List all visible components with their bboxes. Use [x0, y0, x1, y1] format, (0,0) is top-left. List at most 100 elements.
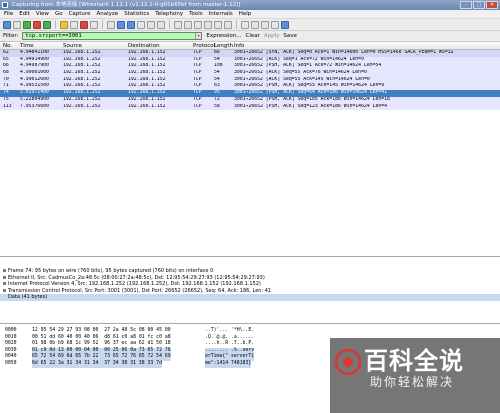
packet-info: 3001→26652 [ACK] Seq=1 Ack=72 Win=14624 … — [234, 56, 364, 62]
detail-tree-item[interactable]: ⊞ Frame 74: 95 bytes on wire (760 bits), … — [0, 268, 500, 275]
normal-size-icon[interactable] — [214, 20, 222, 29]
packet-row[interactable]: 71 4.99531500 192.168.1.252 192.168.1.152 TC… — [0, 83, 500, 91]
hex-dump-line[interactable]: 0000 12 95 54 29 27 93 08 00 27 2a 48 5c … — [0, 328, 500, 335]
column-source[interactable]: Source — [63, 42, 127, 50]
packet-row[interactable]: 66 4.94987900 192.168.1.252 192.168.1.152 TC… — [0, 63, 500, 71]
packet-time: 4.99531500 — [20, 83, 49, 89]
clear-button[interactable]: Clear — [246, 33, 260, 39]
options-icon[interactable] — [13, 20, 21, 29]
menu-help[interactable]: Help — [239, 10, 252, 18]
column-info[interactable]: Info — [234, 42, 500, 50]
start-capture-icon[interactable] — [23, 20, 31, 29]
detail-tree-item[interactable]: ⊞ Internet Protocol Version 4, Src: 192.1… — [0, 281, 500, 288]
display-filter-value[interactable]: tcp.srcport==3001 — [25, 33, 81, 39]
close-file-icon[interactable] — [80, 20, 88, 29]
menu-view[interactable]: View — [36, 10, 49, 18]
menu-edit[interactable]: Edit — [19, 10, 30, 18]
auto-scroll-icon[interactable] — [184, 20, 192, 29]
detail-tree-item[interactable]: Data (41 bytes) — [0, 294, 500, 301]
packet-length: 58 — [214, 103, 220, 109]
hex-ascii: erTime{" serverTi — [205, 354, 255, 361]
menu-telephony[interactable]: Telephony — [155, 10, 183, 18]
preferences-icon[interactable] — [271, 20, 279, 29]
packet-info: 3001→26652 [PSH, ACK] Seq=1 Ack=72 Win=1… — [234, 63, 382, 69]
menu-internals[interactable]: Internals — [209, 10, 233, 18]
maximize-button[interactable]: □ — [473, 1, 485, 9]
coloring-rules-icon[interactable] — [261, 20, 269, 29]
help-icon[interactable] — [281, 20, 289, 29]
expression-button[interactable]: Expression... — [206, 33, 241, 39]
display-filter-input[interactable]: tcp.srcport==3001 ▾ — [22, 32, 203, 40]
close-button[interactable]: ✕ — [486, 1, 498, 9]
toolbar-separator — [102, 20, 103, 29]
packet-row[interactable]: 113 7.95376600 192.168.1.252 192.168.1.152 T… — [0, 103, 500, 111]
menu-file[interactable]: File — [4, 10, 13, 18]
packet-protocol: TCP — [193, 103, 202, 109]
hex-bytes: 65 72 54 69 6d 65 7b 22 73 65 72 76 65 7… — [32, 354, 171, 361]
restart-capture-icon[interactable] — [43, 20, 51, 29]
detail-tree-label: Ethernet II, Src: CadmusCo_2a:48:5c (08:… — [8, 274, 265, 281]
packet-source: 192.168.1.252 — [63, 56, 101, 62]
column-length[interactable]: Length — [214, 42, 233, 50]
apply-button[interactable]: Apply — [264, 33, 280, 39]
packet-row[interactable]: 75 5.22804900 192.168.1.252 192.168.1.152 TC… — [0, 96, 500, 104]
hex-bytes: 01 98 0b b9 68 1c 99 52 96 37 ec aa 62 d… — [32, 341, 171, 347]
go-forward-icon[interactable] — [127, 20, 135, 29]
packet-no: 62 — [3, 50, 9, 55]
interfaces-icon[interactable] — [3, 20, 11, 29]
last-packet-icon[interactable] — [157, 20, 165, 29]
packet-source: 192.168.1.252 — [63, 96, 101, 102]
menu-tools[interactable]: Tools — [189, 10, 203, 18]
detail-tree-label: Transmission Control Protocol, Src Port:… — [8, 287, 272, 294]
packet-time: 4.94841100 — [20, 50, 49, 55]
menu-statistics[interactable]: Statistics — [124, 10, 149, 18]
packet-no: 68 — [3, 70, 9, 76]
column-protocol[interactable]: Protocol — [193, 42, 215, 50]
packet-row[interactable]: 74 5.02972400 192.168.1.252 192.168.1.152 TC… — [0, 90, 500, 97]
packet-details-pane: ⊞ Frame 74: 95 bytes on wire (760 bits), … — [0, 258, 500, 324]
packet-info: 3001→26652 [ACK] Seq=55 Ack=145 Win=1462… — [234, 76, 370, 82]
baike-logo-icon — [334, 348, 362, 376]
hex-bytes: 6d 65 22 3a 31 34 31 34 37 34 38 31 38 3… — [32, 360, 162, 368]
menu-go[interactable]: Go — [55, 10, 63, 18]
packet-row[interactable]: 68 4.99001000 192.168.1.252 192.168.1.152 TC… — [0, 70, 500, 77]
minimize-button[interactable]: – — [460, 1, 472, 9]
column-time[interactable]: Time — [20, 42, 62, 50]
detail-tree-item[interactable]: ⊞ Transmission Control Protocol, Src Port… — [0, 288, 500, 295]
save-file-icon[interactable] — [70, 20, 78, 29]
detail-tree-item[interactable]: ⊞ Ethernet II, Src: CadmusCo_2a:48:5c (08… — [0, 275, 500, 282]
save-button[interactable]: Save — [283, 33, 297, 39]
menu-analyze[interactable]: Analyze — [96, 10, 118, 18]
toolbar-separator — [169, 20, 170, 29]
packet-row[interactable]: 62 4.94841100 192.168.1.252 192.168.1.152 TC… — [0, 50, 500, 57]
hex-ascii: ....h..R .7..b.P. — [205, 341, 255, 347]
packet-destination: 192.168.1.152 — [128, 50, 166, 55]
packet-no: 65 — [3, 56, 9, 62]
packet-time: 4.94987900 — [20, 63, 49, 69]
find-packet-icon[interactable] — [107, 20, 115, 29]
chevron-down-icon[interactable]: ▾ — [195, 33, 202, 39]
first-packet-icon[interactable] — [147, 20, 155, 29]
open-file-icon[interactable] — [60, 20, 68, 29]
packet-destination: 192.168.1.152 — [128, 63, 166, 69]
menu-bar: File Edit View Go Capture Analyze Statis… — [0, 10, 500, 19]
resize-columns-icon[interactable] — [224, 20, 232, 29]
reload-icon[interactable] — [90, 20, 98, 29]
zoom-in-icon[interactable] — [194, 20, 202, 29]
zoom-out-icon[interactable] — [204, 20, 212, 29]
go-back-icon[interactable] — [117, 20, 125, 29]
column-no[interactable]: No. — [3, 42, 19, 50]
display-filters-icon[interactable] — [251, 20, 259, 29]
capture-filters-icon[interactable] — [241, 20, 249, 29]
hex-offset: 0000 — [5, 328, 17, 333]
packet-list: No. Time Source Destination Protocol Len… — [0, 42, 500, 257]
colorize-icon[interactable] — [174, 20, 182, 29]
menu-capture[interactable]: Capture — [69, 10, 91, 18]
packet-row[interactable]: 65 4.94914900 192.168.1.252 192.168.1.152 TC… — [0, 56, 500, 64]
column-destination[interactable]: Destination — [128, 42, 192, 50]
packet-row[interactable]: 70 4.99012600 192.168.1.252 192.168.1.152 TC… — [0, 76, 500, 84]
packet-destination: 192.168.1.152 — [128, 103, 166, 109]
go-to-packet-icon[interactable] — [137, 20, 145, 29]
packet-list-header: No. Time Source Destination Protocol Len… — [0, 42, 500, 50]
stop-capture-icon[interactable] — [33, 20, 41, 29]
